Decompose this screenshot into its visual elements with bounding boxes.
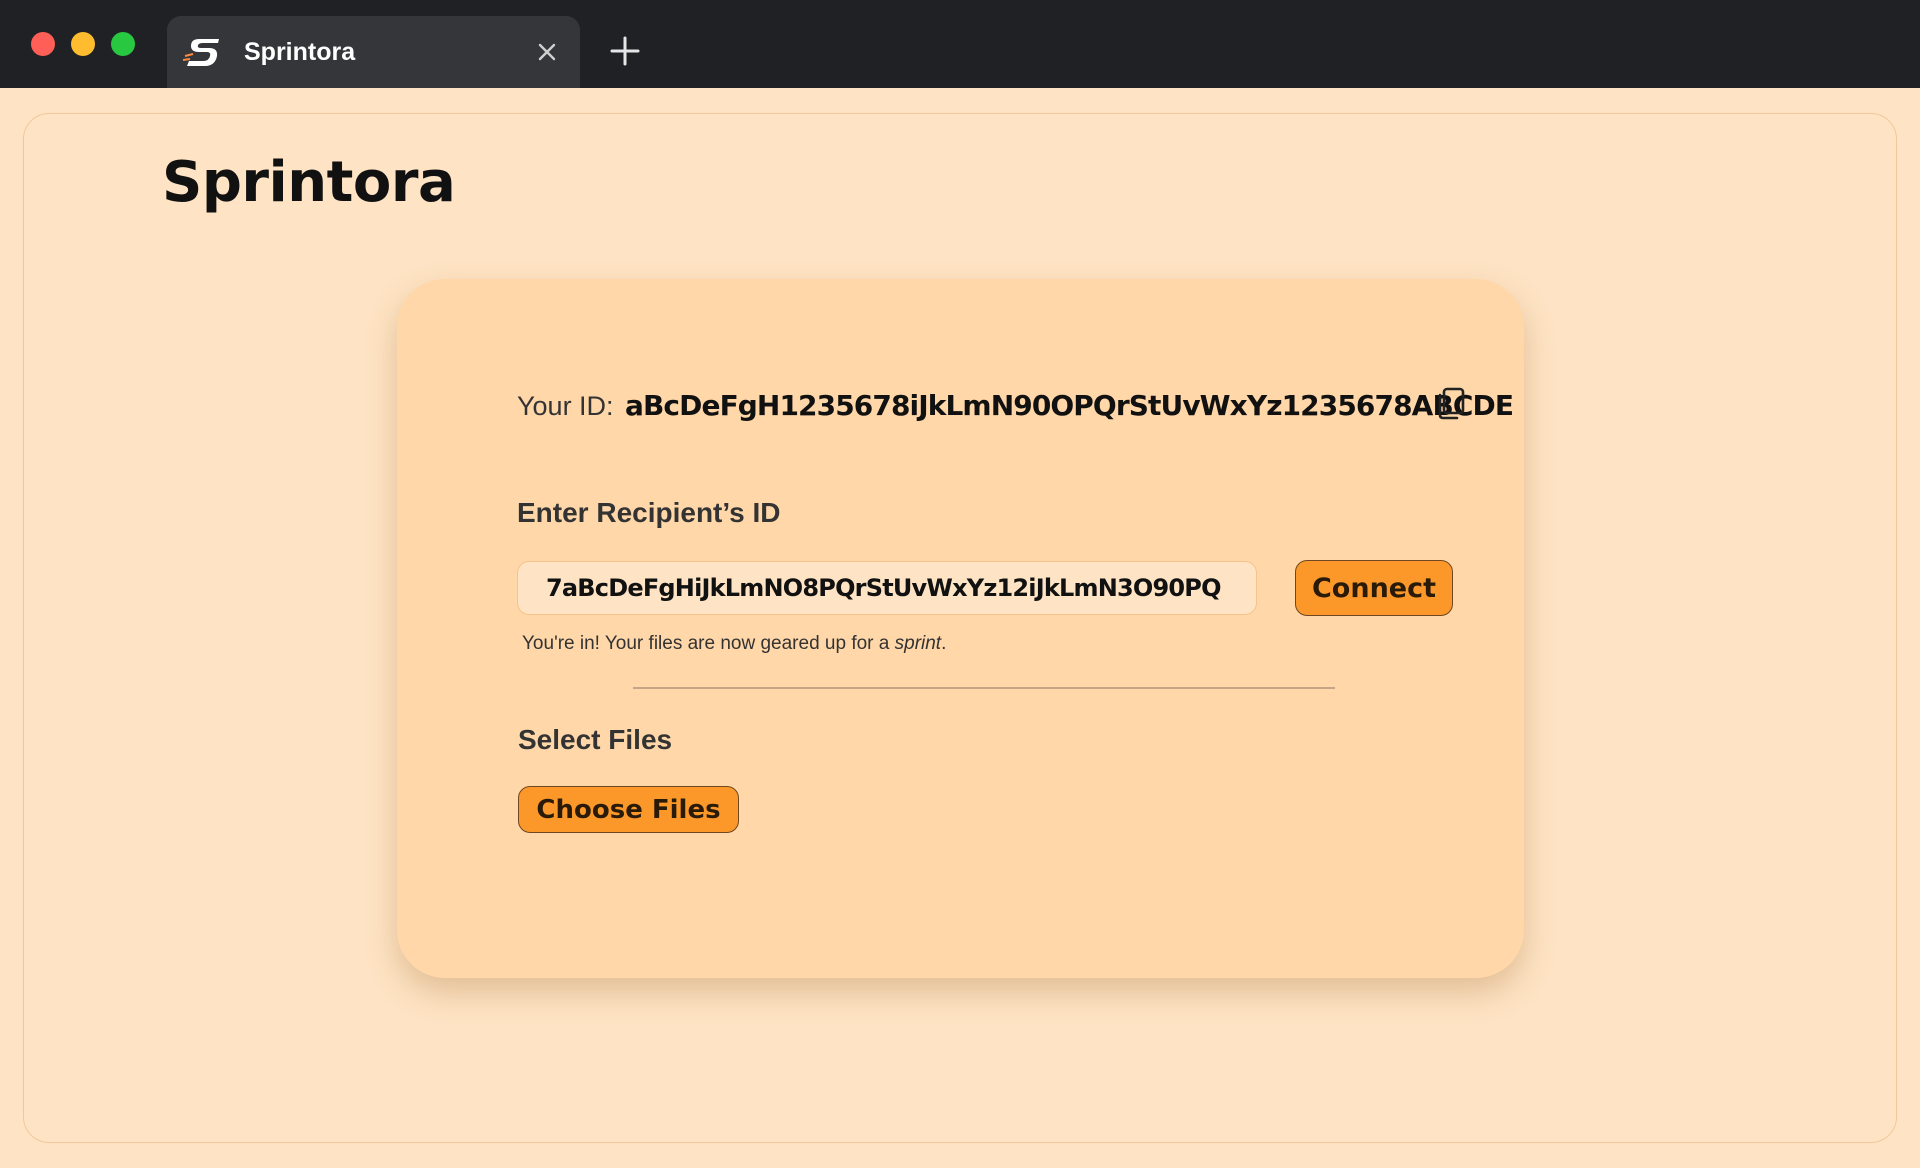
status-emphasis: sprint (894, 633, 942, 654)
close-window-button[interactable] (31, 32, 55, 56)
app-title: Sprintora (162, 150, 456, 215)
choose-files-button[interactable]: Choose Files (518, 786, 739, 833)
connect-button[interactable]: Connect (1295, 560, 1453, 616)
browser-titlebar: Sprintora (0, 0, 1920, 88)
browser-tab[interactable]: Sprintora (167, 16, 580, 88)
status-text: You're in! Your files are now geared up … (522, 633, 895, 654)
close-icon[interactable] (535, 40, 559, 64)
maximize-window-button[interactable] (111, 32, 135, 56)
recipient-id-label: Enter Recipient’s ID (517, 497, 781, 528)
page-container: Sprintora Your ID: aBcDeFgH1235678iJkLmN… (23, 113, 1897, 1143)
your-id-label: Your ID: (517, 391, 614, 421)
minimize-window-button[interactable] (71, 32, 95, 56)
plus-icon[interactable] (610, 36, 640, 66)
select-files-label: Select Files (518, 724, 673, 755)
section-divider (633, 687, 1335, 689)
your-id-value: aBcDeFgH1235678iJkLmN90OPQrStUvWxYz12356… (625, 389, 1514, 422)
status-suffix: . (941, 633, 947, 654)
copy-icon[interactable] (1434, 386, 1468, 420)
connection-status-message: You're in! Your files are now geared up … (522, 633, 946, 655)
sprintora-logo-icon (183, 39, 219, 66)
recipient-id-input[interactable] (517, 561, 1257, 615)
tab-title: Sprintora (244, 38, 356, 66)
transfer-card: Your ID: aBcDeFgH1235678iJkLmN90OPQrStUv… (397, 279, 1524, 978)
